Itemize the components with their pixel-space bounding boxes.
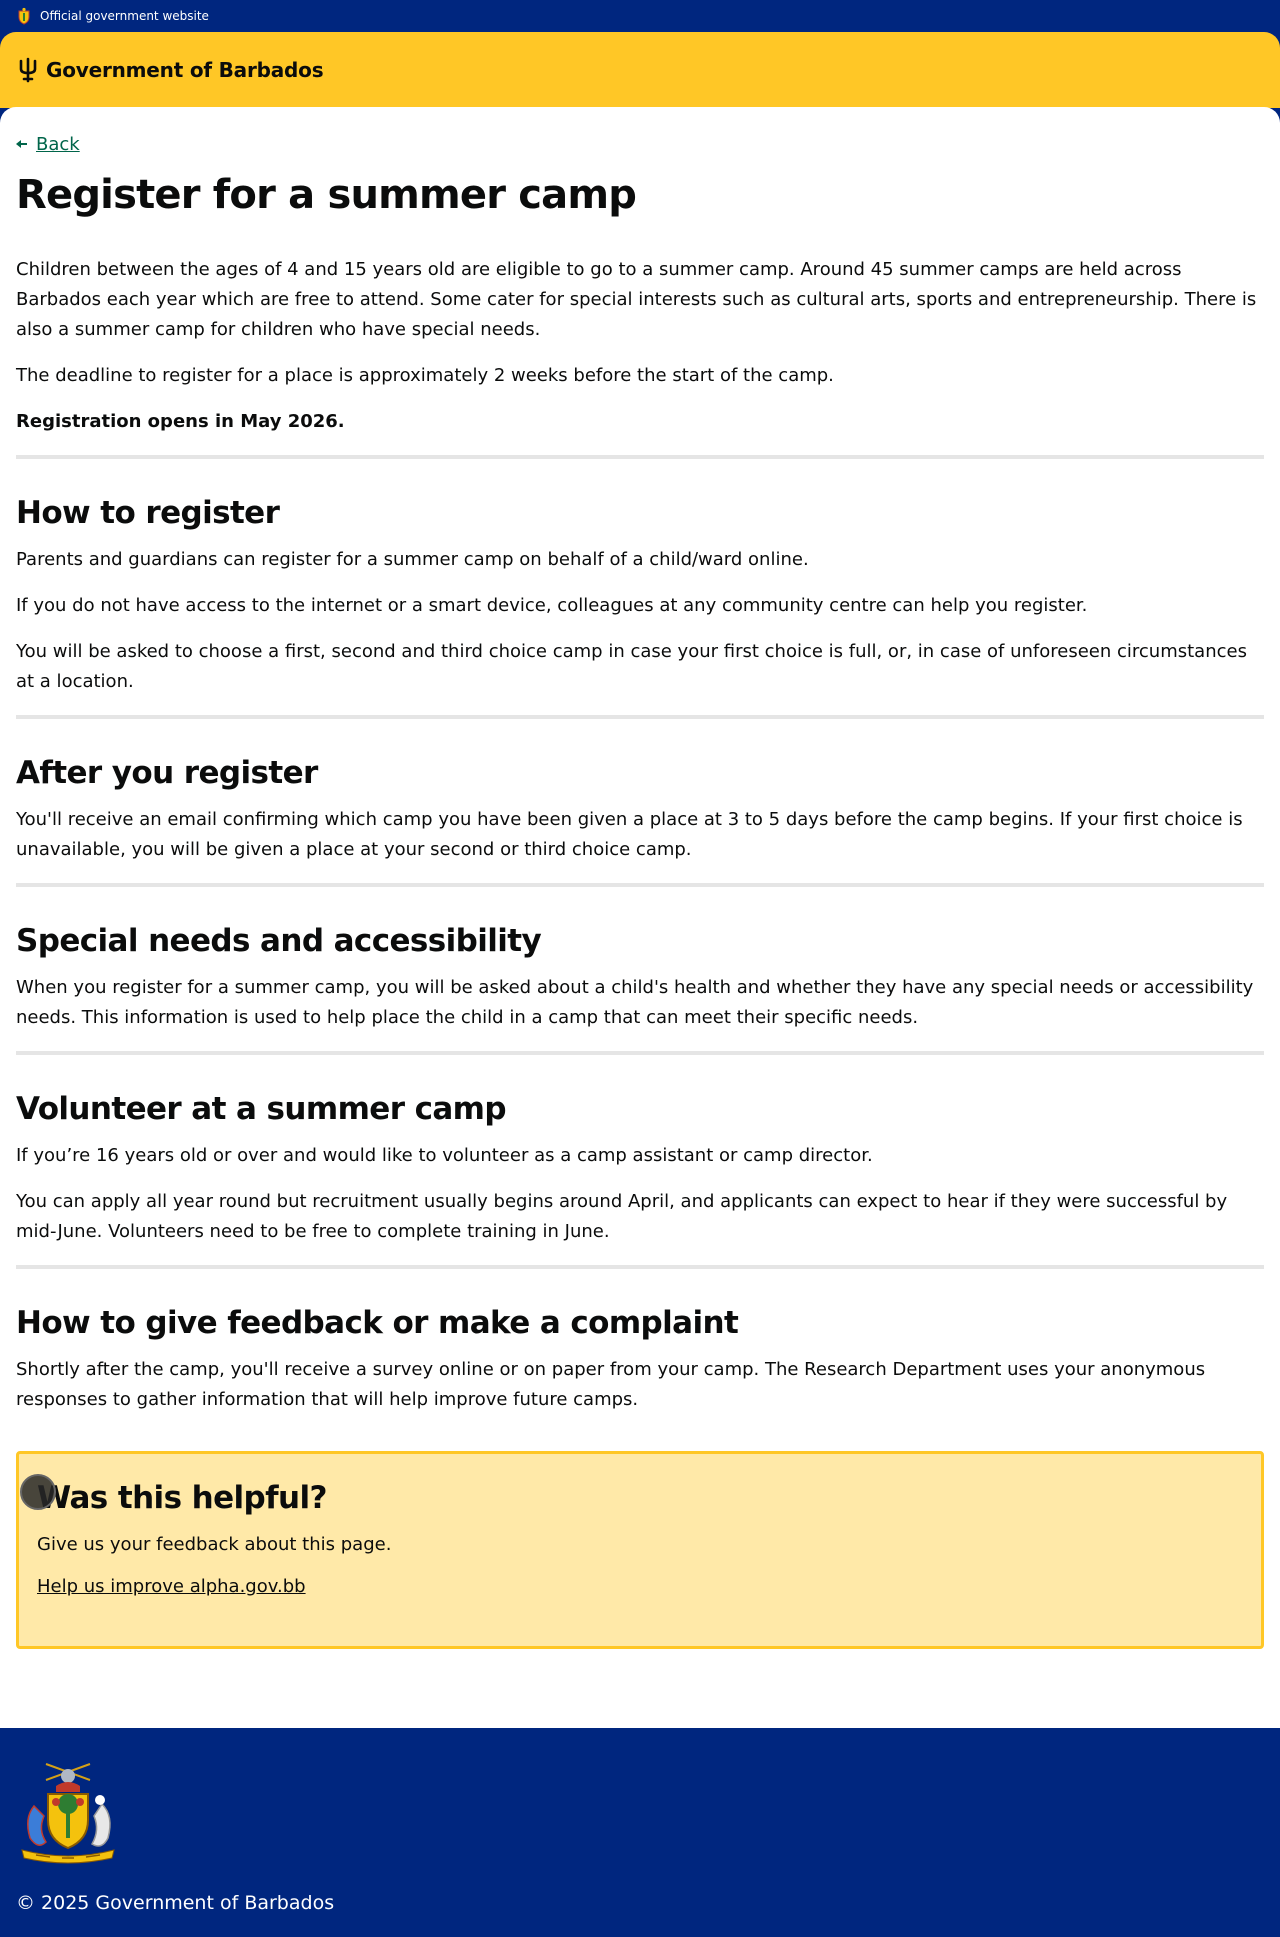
trident-icon — [19, 57, 37, 83]
section-paragraph: You will be asked to choose a first, sec… — [16, 641, 1247, 692]
coat-of-arms-icon — [18, 7, 30, 25]
official-banner: Official government website — [0, 0, 1280, 32]
section-divider — [16, 1265, 1264, 1269]
feedback-text: Give us your feedback about this page. — [37, 1534, 392, 1555]
section-divider — [16, 883, 1264, 887]
registration-notice: Registration opens in May 2026. — [16, 411, 345, 432]
section-paragraph: You'll receive an email confirming which… — [16, 809, 1243, 860]
cursor-indicator — [20, 1474, 56, 1510]
section-paragraph: When you register for a summer camp, you… — [16, 977, 1254, 1028]
intro-paragraph: The deadline to register for a place is … — [16, 365, 834, 386]
feedback-link[interactable]: Help us improve alpha.gov.bb — [37, 1576, 306, 1597]
section-divider — [16, 455, 1264, 459]
coat-of-arms-icon — [21, 1763, 115, 1864]
section-divider — [16, 715, 1264, 719]
site-header: Government of Barbados — [0, 32, 1280, 108]
footer-copyright: © 2025 Government of Barbados — [16, 1892, 335, 1914]
section-volunteer: Volunteer at a summer camp If you’re 16 … — [16, 1089, 1264, 1247]
site-footer: © 2025 Government of Barbados — [0, 1728, 1280, 1936]
back-link-text[interactable]: Back — [36, 134, 80, 155]
section-paragraph: If you do not have access to the interne… — [16, 595, 1088, 616]
official-banner-label: Official government website — [40, 9, 209, 23]
arrow-left-icon — [16, 140, 27, 148]
section-paragraph: Parents and guardians can register for a… — [16, 549, 809, 570]
feedback-panel: Was this helpful? Give us your feedback … — [16, 1451, 1264, 1649]
section-after-you-register: After you register You'll receive an ema… — [16, 753, 1264, 865]
section-heading: Volunteer at a summer camp — [16, 1091, 507, 1127]
intro-paragraph: Children between the ages of 4 and 15 ye… — [16, 259, 1257, 340]
section-paragraph: Shortly after the camp, you'll receive a… — [16, 1359, 1206, 1410]
site-brand-link[interactable]: Government of Barbados — [46, 58, 324, 82]
feedback-heading: Was this helpful? — [37, 1480, 327, 1516]
section-heading: How to give feedback or make a complaint — [16, 1305, 739, 1341]
section-heading: Special needs and accessibility — [16, 923, 542, 959]
section-divider — [16, 1051, 1264, 1055]
main-content: Back Register for a summer camp Children… — [0, 107, 1280, 1728]
section-heading: After you register — [16, 755, 318, 791]
section-paragraph: You can apply all year round but recruit… — [16, 1191, 1228, 1242]
back-link[interactable]: Back — [16, 131, 1264, 157]
section-heading: How to register — [16, 495, 280, 531]
section-paragraph: If you’re 16 years old or over and would… — [16, 1145, 873, 1166]
page-title: Register for a summer camp — [16, 172, 637, 218]
section-special-needs: Special needs and accessibility When you… — [16, 921, 1264, 1033]
section-how-to-register: How to register Parents and guardians ca… — [16, 493, 1264, 697]
section-feedback-complaint: How to give feedback or make a complaint… — [16, 1303, 1264, 1415]
